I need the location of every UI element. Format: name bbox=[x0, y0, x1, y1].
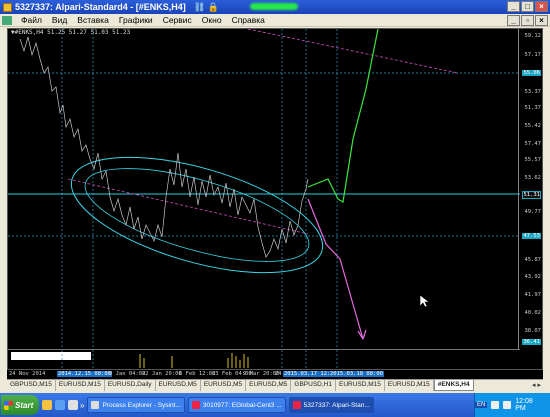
time-highlight-label: 2015.03.18 08:00 bbox=[329, 371, 384, 377]
menu-help[interactable]: Справка bbox=[227, 15, 270, 25]
clock[interactable]: 12:08 PM bbox=[515, 398, 545, 412]
symbol-info: ▼#ENKS,H4 51.25 51.27 51.03 51.23 bbox=[11, 29, 131, 36]
menu-insert[interactable]: Вставка bbox=[72, 15, 114, 25]
quicklaunch-desktop-icon[interactable] bbox=[68, 400, 78, 410]
price-label: 53.62 bbox=[524, 175, 541, 181]
price-label: 41.97 bbox=[524, 292, 541, 298]
forecast-up-line[interactable] bbox=[307, 29, 379, 203]
task-process-explorer[interactable]: Process Explorer - Sysint... bbox=[87, 397, 185, 413]
task-label: Process Explorer - Sysint... bbox=[102, 401, 181, 409]
trendline-upper[interactable] bbox=[247, 29, 459, 74]
tray-icon[interactable] bbox=[491, 401, 500, 409]
tab-scroll-arrows-icon[interactable]: ◂ ▸ bbox=[532, 381, 541, 389]
menu-file[interactable]: Файл bbox=[16, 15, 47, 25]
time-label: 22 Jan 20:00 bbox=[142, 371, 182, 377]
chart-tab[interactable]: EURUSD,M15 bbox=[336, 380, 385, 391]
price-label: 57.47 bbox=[524, 141, 541, 147]
price-axis: 59.12 57.17 55.06 53.37 51.37 55.42 57.4… bbox=[518, 29, 542, 349]
chart-tab[interactable]: EURUSD,M5 bbox=[246, 380, 292, 391]
current-price-label: 51.31 bbox=[522, 191, 541, 199]
time-label: 9 Mar 20:00 bbox=[243, 371, 280, 377]
indicator-window[interactable] bbox=[8, 349, 520, 370]
doc-icon[interactable] bbox=[2, 15, 12, 25]
quicklaunch-more-icon[interactable]: » bbox=[80, 401, 84, 410]
chart-tab[interactable]: GBPUSD,H1 bbox=[291, 380, 336, 391]
taskbar: Start » Process Explorer - Sysint... 301… bbox=[0, 393, 550, 417]
task-eglobal[interactable]: 3010977: EGlobal-Cent3 ... bbox=[187, 397, 286, 413]
chart-tab[interactable]: EURUSD,M15 bbox=[56, 380, 105, 391]
child-minimize-button[interactable]: _ bbox=[507, 15, 520, 26]
menu-bar: Файл Вид Вставка Графики Сервис Окно Спр… bbox=[0, 14, 550, 27]
forecast-down-line[interactable] bbox=[307, 198, 364, 340]
start-label: Start bbox=[15, 400, 34, 410]
quicklaunch-ie-icon[interactable] bbox=[55, 400, 65, 410]
menu-charts[interactable]: Графики bbox=[114, 15, 158, 25]
task-label: 5327337: Alpari-Stan... bbox=[303, 401, 370, 409]
chart-tabs: GBPUSD,M15 EURUSD,M15 EURUSD,Daily EURUS… bbox=[7, 379, 543, 391]
menu-view[interactable]: Вид bbox=[47, 15, 72, 25]
chart-canvas[interactable] bbox=[8, 29, 520, 349]
chart-tab[interactable]: EURUSD,M15 bbox=[385, 380, 434, 391]
mouse-cursor-icon bbox=[420, 295, 429, 308]
menu-tools[interactable]: Сервис bbox=[158, 15, 197, 25]
indicator-bars bbox=[61, 350, 338, 370]
chart-tab[interactable]: GBPUSD,M15 bbox=[7, 380, 56, 391]
price-chart[interactable]: ▼#ENKS,H4 51.25 51.27 51.03 51.23 59.12 … bbox=[7, 28, 543, 370]
window-title: 5327337: Alpari-Standard4 - [#ENKS,H4] bbox=[15, 2, 186, 12]
price-label: 51.37 bbox=[524, 105, 541, 111]
price-label: 59.12 bbox=[524, 33, 541, 39]
start-button[interactable]: Start bbox=[1, 395, 39, 415]
chart-grid bbox=[8, 29, 520, 349]
app-icon bbox=[3, 2, 12, 12]
title-bar: 5327337: Alpari-Standard4 - [#ENKS,H4] ⛓… bbox=[0, 0, 550, 14]
chart-tab[interactable]: EURUSD,M5 bbox=[201, 380, 247, 391]
child-close-button[interactable]: × bbox=[535, 15, 548, 26]
price-label: 40.02 bbox=[524, 310, 541, 316]
trendline-lower[interactable] bbox=[67, 178, 309, 235]
close-button[interactable]: × bbox=[535, 1, 548, 12]
maximize-button[interactable]: □ bbox=[521, 1, 534, 12]
channel-ellipse-outer[interactable] bbox=[59, 134, 335, 296]
app-icon bbox=[191, 401, 200, 409]
child-restore-button[interactable]: ▫ bbox=[521, 15, 534, 26]
app-icon bbox=[292, 401, 301, 409]
time-highlight-label: 2014.12.15 08:00 bbox=[57, 371, 112, 377]
time-label: 24 Nov 2014 bbox=[9, 371, 46, 377]
time-label: 24 bbox=[275, 371, 282, 377]
time-axis: 24 Nov 2014 2014.12.15 08:00 8 Jan 04:00… bbox=[7, 370, 543, 379]
price-highlight-label: 36.41 bbox=[522, 339, 541, 345]
quicklaunch-folder-icon[interactable] bbox=[42, 400, 52, 410]
time-label: 8 Jan 04:00 bbox=[109, 371, 146, 377]
app-icon bbox=[91, 401, 100, 409]
price-label: 45.87 bbox=[524, 257, 541, 263]
forecast-arrow-2 bbox=[362, 329, 367, 340]
chart-tab[interactable]: EURUSD,M5 bbox=[156, 380, 201, 391]
redacted-mark bbox=[250, 3, 298, 10]
task-label: 3010977: EGlobal-Cent3 ... bbox=[202, 401, 282, 409]
minimize-button[interactable]: _ bbox=[507, 1, 520, 12]
tray-icon[interactable] bbox=[503, 401, 512, 409]
price-label: 43.92 bbox=[524, 274, 541, 280]
menu-window[interactable]: Окно bbox=[197, 15, 227, 25]
chart-tab[interactable]: EURUSD,Daily bbox=[105, 380, 156, 391]
link-icon[interactable]: ⛓ 🔒 bbox=[194, 2, 219, 13]
price-label: 55.42 bbox=[524, 123, 541, 129]
language-indicator[interactable]: EN bbox=[474, 402, 488, 408]
price-highlight-label: 55.06 bbox=[522, 70, 541, 76]
price-highlight-label: 47.53 bbox=[522, 233, 541, 239]
price-label: 38.07 bbox=[524, 328, 541, 334]
price-label: 49.77 bbox=[524, 209, 541, 215]
price-label: 55.57 bbox=[524, 157, 541, 163]
windows-logo-icon bbox=[4, 400, 13, 410]
task-alpari[interactable]: 5327337: Alpari-Stan... bbox=[288, 397, 374, 413]
chart-tab-active[interactable]: #ENKS,H4 bbox=[433, 380, 474, 391]
system-tray: EN 12:08 PM bbox=[474, 393, 550, 417]
time-label: 6 Feb 12:00 bbox=[179, 371, 216, 377]
price-label: 53.37 bbox=[524, 89, 541, 95]
price-label: 57.17 bbox=[524, 52, 541, 58]
